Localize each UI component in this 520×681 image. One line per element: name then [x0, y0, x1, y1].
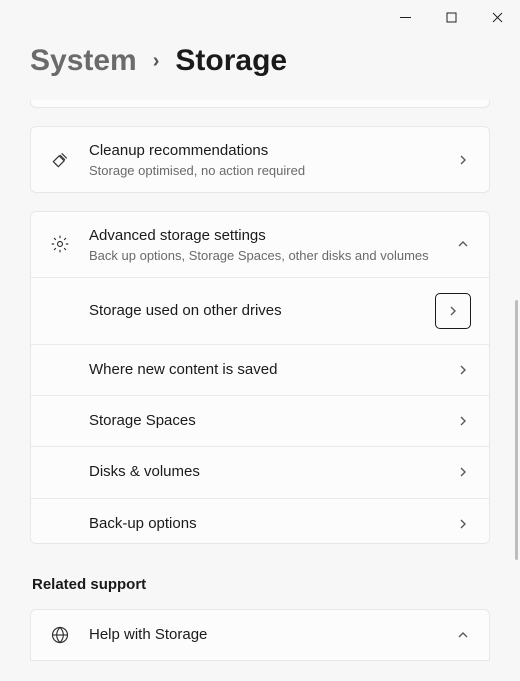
page-title: Storage: [175, 44, 287, 78]
chevron-right-icon[interactable]: [435, 293, 471, 329]
chevron-right-icon: [455, 516, 471, 532]
chevron-up-icon: [455, 627, 471, 643]
cleanup-subtitle: Storage optimised, no action required: [89, 163, 437, 178]
cleanup-title: Cleanup recommendations: [89, 141, 437, 161]
broom-icon: [49, 149, 71, 171]
help-with-storage-row[interactable]: Help with Storage: [30, 609, 490, 661]
sub-item-label: Storage used on other drives: [89, 301, 435, 321]
scrollbar-thumb[interactable]: [515, 300, 518, 560]
partial-card[interactable]: [30, 100, 490, 108]
chevron-right-icon: [455, 464, 471, 480]
advanced-subtitle: Back up options, Storage Spaces, other d…: [89, 248, 437, 263]
sub-item-label: Disks & volumes: [89, 462, 455, 482]
sub-item-label: Back-up options: [89, 514, 455, 534]
sub-item-storage-other-drives[interactable]: Storage used on other drives: [31, 278, 489, 345]
globe-icon: [49, 624, 71, 646]
content-area: Cleanup recommendations Storage optimise…: [0, 100, 520, 661]
chevron-right-icon: [455, 362, 471, 378]
sub-item-label: Storage Spaces: [89, 411, 455, 431]
sub-item-backup-options[interactable]: Back-up options: [31, 499, 489, 544]
maximize-button[interactable]: [428, 1, 474, 33]
advanced-title: Advanced storage settings: [89, 226, 437, 246]
breadcrumb: System › Storage: [0, 34, 520, 100]
sub-item-storage-spaces[interactable]: Storage Spaces: [31, 396, 489, 447]
chevron-right-icon: [455, 152, 471, 168]
chevron-up-icon: [455, 236, 471, 252]
sub-item-where-new-content[interactable]: Where new content is saved: [31, 345, 489, 396]
help-title: Help with Storage: [89, 625, 437, 645]
titlebar: [0, 0, 520, 34]
gear-icon: [49, 233, 71, 255]
sub-item-label: Where new content is saved: [89, 360, 455, 380]
close-button[interactable]: [474, 1, 520, 33]
advanced-storage-group: Advanced storage settings Back up option…: [30, 211, 490, 544]
breadcrumb-parent[interactable]: System: [30, 44, 137, 78]
advanced-storage-header[interactable]: Advanced storage settings Back up option…: [31, 212, 489, 278]
sub-item-disks-volumes[interactable]: Disks & volumes: [31, 447, 489, 498]
related-support-heading: Related support: [32, 576, 490, 593]
cleanup-recommendations-row[interactable]: Cleanup recommendations Storage optimise…: [30, 126, 490, 193]
chevron-right-icon: ›: [153, 50, 160, 73]
minimize-button[interactable]: [382, 1, 428, 33]
chevron-right-icon: [455, 413, 471, 429]
